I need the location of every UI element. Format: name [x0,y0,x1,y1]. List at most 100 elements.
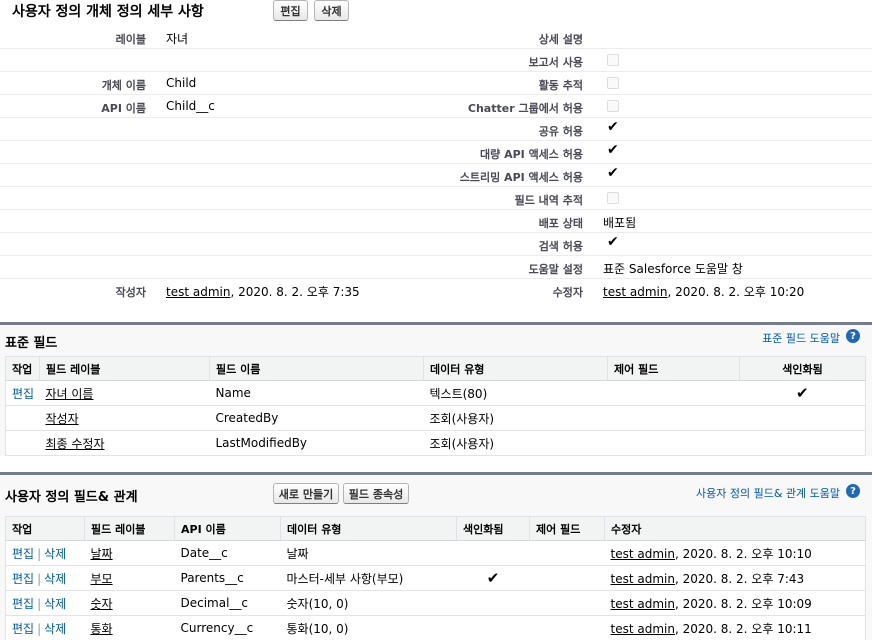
delete-link[interactable]: 삭제 [44,547,66,561]
column-header: 수정자 [604,516,866,541]
field-label-cell: 최종 수정자 [39,430,210,456]
field-value: Child__c [166,99,215,113]
table-row: 편집 | 삭제 부모 Parents__c 마스터-세부 사항(부모) ✔ test admi… [5,565,866,591]
field-label-link[interactable]: 자녀 이름 [46,387,94,401]
edit-link[interactable]: 편집 [12,572,34,586]
detail-row: 도움말 설정 표준 Salesforce 도움말 창 [0,256,872,279]
field-label: Chatter 그룹에서 허용 [467,102,583,115]
edit-link[interactable]: 편집 [12,387,34,401]
detail-row: 보고서 사용 [0,49,872,72]
field-label-cell: 자녀 이름 [39,380,210,406]
detail-row: 개체 이름 Child 활동 추적 [0,72,872,95]
controlling-field-cell [529,590,605,616]
column-header: 색인화됨 [456,516,530,541]
field-label: 공유 허용 [538,125,583,138]
column-header: 작업 [5,356,40,381]
checkmark-icon: ✔ [607,165,619,181]
table-row: 편집 | 삭제 날짜 Date__c 날짜 test admin, 2020. 8. 2. … [5,540,866,566]
standard-fields-title: 표준 필드 [5,336,58,351]
delete-link[interactable]: 삭제 [44,597,66,611]
column-header: 작업 [5,516,85,541]
table-row: 편집 자녀 이름 Name 텍스트(80) ✔ [5,380,866,406]
data-type-cell: 조회(사용자) [423,405,608,431]
checkmark-icon: ✔ [607,119,619,135]
data-type-cell: 통화(10, 0) [280,615,457,640]
action-cell [5,405,40,431]
delete-button[interactable]: 삭제 [314,0,349,21]
field-label: 개체 이름 [101,79,146,92]
indexed-cell [456,590,530,616]
created-by-value: test admin, 2020. 8. 2. 오후 7:35 [166,283,360,300]
api-name-cell: Currency__c [174,615,281,640]
controlling-field-cell [529,540,605,566]
help-icon[interactable]: ? [846,484,860,498]
field-label-link[interactable]: 숫자 [91,597,113,611]
checkmark-icon: ✔ [607,234,619,250]
detail-row: 공유 허용 ✔ [0,118,872,141]
separator: | [37,571,42,586]
field-label: 도움말 설정 [528,263,583,276]
created-modified-row: 작성자 test admin, 2020. 8. 2. 오후 7:35 수정자 tes… [0,279,872,302]
modified-date: , 2020. 8. 2. 오후 10:10 [674,546,812,561]
column-header: 필드 레이블 [84,516,175,541]
modified-by-user-link[interactable]: test admin [611,547,675,561]
indexed-cell: ✔ [739,380,866,406]
custom-fields-section: 사용자 정의 필드& 관계 새로 만들기 필드 종속성 사용자 정의 필드& 관… [0,472,872,640]
new-field-button[interactable]: 새로 만들기 [273,483,339,504]
modified-by-user-link[interactable]: test admin [611,597,675,611]
custom-fields-title: 사용자 정의 필드& 관계 [5,490,138,505]
modified-by-label: 수정자 [552,286,583,299]
edit-link[interactable]: 편집 [12,622,34,636]
field-label-cell: 작성자 [39,405,210,431]
delete-link[interactable]: 삭제 [44,622,66,636]
table-row: 최종 수정자 LastModifiedBy 조회(사용자) [5,430,866,456]
standard-fields-help-link[interactable]: 표준 필드 도움말 [762,330,840,346]
field-label-link[interactable]: 부모 [91,572,113,586]
detail-row: 검색 허용 ✔ [0,233,872,256]
delete-link[interactable]: 삭제 [44,572,66,586]
indexed-cell: ✔ [456,565,530,591]
detail-row: API 이름 Child__c Chatter 그룹에서 허용 [0,95,872,118]
modified-by-user-link[interactable]: test admin [611,622,675,636]
modified-date: , 2020. 8. 2. 오후 7:43 [674,571,805,586]
field-label: 스트리밍 API 액세스 허용 [459,171,583,184]
edit-button[interactable]: 편집 [273,0,308,21]
edit-link[interactable]: 편집 [12,547,34,561]
data-type-cell: 숫자(10, 0) [280,590,457,616]
column-header: API 이름 [174,516,281,541]
table-row: 편집 | 삭제 통화 Currency__c 통화(10, 0) test admin, 2… [5,615,866,640]
field-label-link[interactable]: 통화 [91,622,113,636]
field-label-link[interactable]: 최종 수정자 [46,437,105,451]
table-row: 작성자 CreatedBy 조회(사용자) [5,405,866,431]
checkmark-icon: ✔ [607,142,619,158]
column-header: 데이터 유형 [280,516,457,541]
field-label-link[interactable]: 작성자 [46,412,79,426]
field-value: Child [166,76,197,90]
field-label-link[interactable]: 날짜 [91,547,113,561]
modified-date: , 2020. 8. 2. 오후 10:11 [674,621,812,636]
created-date: , 2020. 8. 2. 오후 7:35 [230,285,360,299]
modified-by-cell: test admin, 2020. 8. 2. 오후 10:10 [604,540,866,566]
help-icon[interactable]: ? [846,329,860,343]
action-cell [5,430,40,456]
created-by-user-link[interactable]: test admin [166,285,230,299]
column-header: 제어 필드 [529,516,605,541]
detail-row: 스트리밍 API 액세스 허용 ✔ [0,164,872,187]
field-label: 대량 API 액세스 허용 [480,148,583,161]
action-cell: 편집 [5,380,40,406]
page-title: 사용자 정의 개체 정의 세부 사항 [12,4,204,20]
modified-by-user-link[interactable]: test admin [611,572,675,586]
modified-date: , 2020. 8. 2. 오후 10:09 [674,596,812,611]
detail-row: 대량 API 액세스 허용 ✔ [0,141,872,164]
separator: | [37,596,42,611]
edit-link[interactable]: 편집 [12,597,34,611]
field-name-cell: CreatedBy [209,405,424,431]
custom-fields-help-link[interactable]: 사용자 정의 필드& 관계 도움말 [696,485,840,501]
action-cell: 편집 | 삭제 [5,615,85,640]
checkmark-icon: ✔ [795,384,809,402]
modified-by-user-link[interactable]: test admin [603,285,667,299]
checkmark-icon: ✔ [486,569,500,587]
data-type-cell: 텍스트(80) [423,380,608,406]
unchecked-box-icon [607,54,619,66]
field-dependencies-button[interactable]: 필드 종속성 [343,483,409,504]
